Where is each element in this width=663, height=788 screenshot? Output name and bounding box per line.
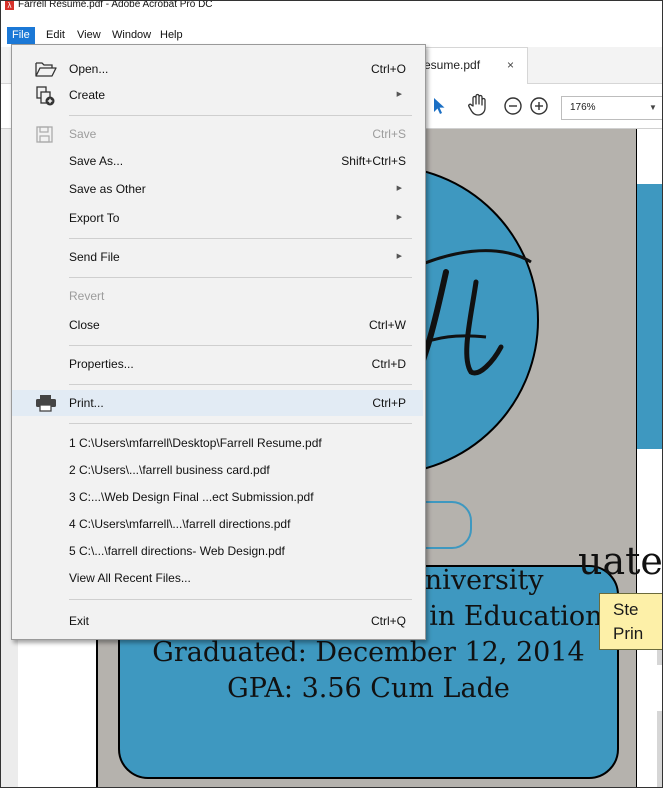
- menu-item-label: Open...: [69, 62, 109, 76]
- menu-item-label: View All Recent Files...: [69, 571, 191, 585]
- menu-item-shortcut: Shift+Ctrl+S: [341, 154, 406, 168]
- menu-window[interactable]: Window: [107, 27, 156, 44]
- acrobat-app-icon: λ: [5, 1, 14, 10]
- recent-file-5[interactable]: 5 C:\...\farrell directions- Web Design.…: [12, 538, 423, 564]
- menu-item-label: Properties...: [69, 357, 134, 371]
- menu-item-save-as[interactable]: Save As... Shift+Ctrl+S: [12, 148, 423, 174]
- gpa-line: GPA: 3.56 Cum Lade: [227, 673, 510, 704]
- callout-line-2: Prin: [613, 624, 644, 643]
- menu-separator: [69, 599, 412, 600]
- menu-item-shortcut: Ctrl+D: [371, 357, 406, 371]
- submenu-arrow-icon: ▶: [396, 214, 402, 221]
- menu-help[interactable]: Help: [155, 27, 188, 44]
- menu-item-save-as-other[interactable]: Save as Other ▶: [12, 176, 423, 202]
- document-tab-label: esume.pdf: [424, 58, 481, 72]
- menu-item-label: Print...: [69, 396, 104, 410]
- hand-tool-icon[interactable]: [467, 93, 489, 122]
- menu-separator: [69, 345, 412, 346]
- menu-item-send-file[interactable]: Send File ▶: [12, 244, 423, 270]
- menu-item-shortcut: Ctrl+Q: [370, 614, 406, 628]
- menu-edit[interactable]: Edit: [41, 27, 70, 44]
- adjacent-page-band: [637, 184, 662, 449]
- select-arrow-icon[interactable]: [432, 97, 446, 120]
- menu-item-shortcut: Ctrl+P: [372, 396, 406, 410]
- menu-item-export-to[interactable]: Export To ▶: [12, 205, 423, 231]
- recent-file-label: 2 C:\Users\...\farrell business card.pdf: [69, 463, 270, 477]
- submenu-arrow-icon: ▶: [396, 253, 402, 260]
- menu-separator: [69, 384, 412, 385]
- recent-file-label: 5 C:\...\farrell directions- Web Design.…: [69, 544, 285, 558]
- menu-item-label: Save as Other: [69, 182, 146, 196]
- menu-item-properties[interactable]: Properties... Ctrl+D: [12, 351, 423, 377]
- submenu-arrow-icon: ▶: [396, 91, 402, 98]
- close-tab-icon[interactable]: ×: [507, 48, 514, 82]
- title-bar: λ Farrell Resume.pdf - Adobe Acrobat Pro…: [1, 1, 662, 11]
- menu-item-print[interactable]: Print... Ctrl+P: [12, 390, 423, 416]
- menu-separator: [69, 238, 412, 239]
- acrobat-window: λ Farrell Resume.pdf - Adobe Acrobat Pro…: [0, 0, 663, 788]
- recent-file-4[interactable]: 4 C:\Users\mfarrell\...\farrell directio…: [12, 511, 423, 537]
- menu-item-label: Revert: [69, 289, 105, 303]
- menu-bar: File Edit View Window Help: [1, 27, 662, 44]
- menu-item-shortcut: Ctrl+O: [370, 62, 406, 76]
- menu-item-label: Send File: [69, 250, 120, 264]
- menu-item-exit[interactable]: Exit Ctrl+Q: [12, 608, 423, 634]
- callout-line-1: Ste: [613, 600, 639, 619]
- menu-item-label: Save As...: [69, 154, 124, 168]
- chevron-down-icon: ▼: [649, 103, 657, 112]
- zoom-out-icon[interactable]: [503, 96, 523, 121]
- menu-item-revert[interactable]: Revert: [12, 283, 423, 309]
- zoom-in-icon[interactable]: [529, 96, 549, 121]
- printer-icon: [35, 394, 57, 421]
- menu-separator: [69, 423, 412, 424]
- menu-item-label: Close: [69, 318, 100, 332]
- zoom-level-dropdown[interactable]: 176% ▼: [561, 96, 662, 120]
- menu-file[interactable]: File: [7, 27, 35, 44]
- menu-item-shortcut: Ctrl+S: [372, 127, 406, 141]
- menu-item-create[interactable]: Create ▶: [12, 82, 423, 108]
- window-title: Farrell Resume.pdf - Adobe Acrobat Pro D…: [18, 1, 213, 10]
- menu-item-close[interactable]: Close Ctrl+W: [12, 312, 423, 338]
- graduation-line: Graduated: December 12, 2014: [152, 637, 585, 668]
- menu-item-save[interactable]: Save Ctrl+S: [12, 121, 423, 147]
- menu-item-open[interactable]: Open... Ctrl+O: [12, 56, 423, 82]
- recent-file-3[interactable]: 3 C:...\Web Design Final ...ect Submissi…: [12, 484, 423, 510]
- file-menu-dropdown: Open... Ctrl+O Create ▶ Save Ctrl+S Save…: [11, 44, 426, 640]
- submenu-arrow-icon: ▶: [396, 185, 402, 192]
- menu-separator: [69, 277, 412, 278]
- menu-view[interactable]: View: [72, 27, 106, 44]
- tutorial-callout: Ste Prin: [599, 593, 662, 650]
- menu-item-view-all-recent[interactable]: View All Recent Files...: [12, 565, 423, 591]
- menu-item-label: Export To: [69, 211, 120, 225]
- menu-separator: [69, 115, 412, 116]
- zoom-level-value: 176%: [570, 102, 596, 113]
- recent-file-label: 1 C:\Users\mfarrell\Desktop\Farrell Resu…: [69, 436, 322, 450]
- menu-item-label: Exit: [69, 614, 90, 628]
- recent-file-2[interactable]: 2 C:\Users\...\farrell business card.pdf: [12, 457, 423, 483]
- recent-file-label: 3 C:...\Web Design Final ...ect Submissi…: [69, 490, 314, 504]
- menu-item-label: Create: [69, 88, 106, 102]
- recent-file-1[interactable]: 1 C:\Users\mfarrell\Desktop\Farrell Resu…: [12, 430, 423, 456]
- adjacent-page-block: [657, 711, 662, 787]
- create-pdf-icon: [35, 86, 57, 115]
- recent-file-label: 4 C:\Users\mfarrell\...\farrell directio…: [69, 517, 291, 531]
- menu-item-label: Save: [69, 127, 97, 141]
- menu-item-shortcut: Ctrl+W: [369, 318, 406, 332]
